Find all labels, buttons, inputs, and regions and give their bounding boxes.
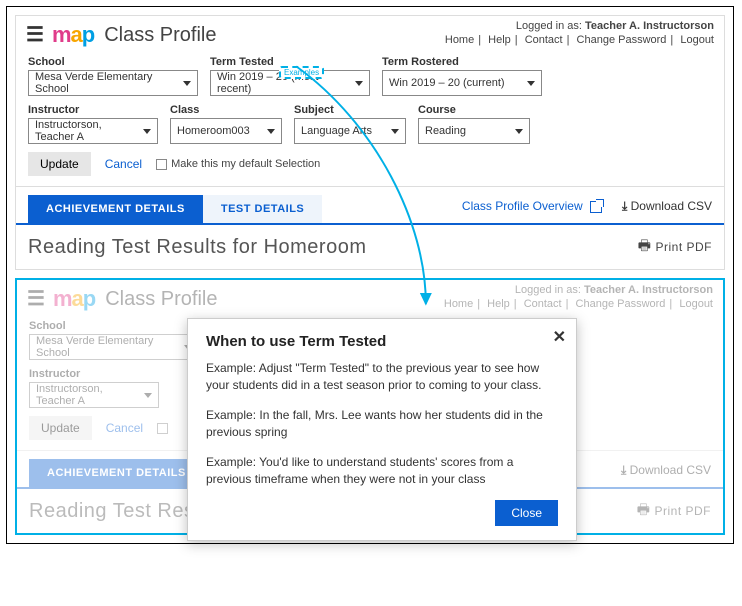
tabs-row: ACHIEVEMENT DETAILS TEST DETAILS Class P…: [16, 186, 724, 225]
actions-row: Update Cancel Make this my default Selec…: [16, 146, 724, 186]
filters-row-1: School Mesa Verde Elementary School Term…: [16, 50, 724, 98]
tab-achievement-details[interactable]: ACHIEVEMENT DETAILS: [28, 195, 203, 223]
modal-paragraph: Example: In the fall, Mrs. Lee wants how…: [206, 407, 558, 442]
modal-paragraph: Example: You'd like to understand studen…: [206, 454, 558, 489]
modal-title: When to use Term Tested: [206, 333, 558, 350]
chevron-down-icon: [527, 81, 535, 86]
header: ☰ map Class Profile Logged in as: Teache…: [17, 280, 723, 314]
user-name: Teacher A. Instructorson: [585, 20, 714, 32]
print-icon: [638, 235, 652, 259]
header: ☰ map Class Profile Logged in as: Teache…: [16, 16, 724, 50]
chevron-down-icon: [355, 81, 363, 86]
contact-link[interactable]: Contact: [524, 298, 562, 310]
close-icon[interactable]: ✕: [553, 327, 566, 347]
brand-logo: map: [53, 286, 95, 312]
subject-select[interactable]: Language Arts: [294, 118, 406, 144]
chevron-down-icon: [267, 129, 275, 134]
class-label: Class: [170, 104, 282, 116]
logout-link[interactable]: Logout: [679, 298, 713, 310]
school-label: School: [28, 56, 198, 68]
print-icon: [637, 499, 651, 523]
menu-icon[interactable]: ☰: [26, 25, 44, 45]
account-area: Logged in as: Teacher A. Instructorson H…: [444, 284, 713, 310]
school-select[interactable]: Mesa Verde Elementary School: [29, 334, 199, 360]
term-rostered-label: Term Rostered: [382, 56, 542, 68]
outer-container: ☰ map Class Profile Logged in as: Teache…: [6, 6, 734, 544]
help-link[interactable]: Help: [488, 34, 511, 46]
filters-row-2: Instructor Instructorson, Teacher A Clas…: [16, 98, 724, 146]
download-icon: ⤓: [622, 199, 627, 213]
close-button[interactable]: Close: [495, 500, 558, 526]
instructor-select[interactable]: Instructorson, Teacher A: [29, 382, 159, 408]
external-link-icon: [590, 201, 602, 213]
default-selection-checkbox[interactable]: Make this my default Selection: [156, 158, 320, 170]
top-panel: ☰ map Class Profile Logged in as: Teache…: [15, 15, 725, 270]
update-button[interactable]: Update: [28, 152, 91, 176]
course-select[interactable]: Reading: [418, 118, 530, 144]
print-pdf-link[interactable]: Print PDF: [638, 235, 712, 259]
examples-badge[interactable]: Examples: [279, 66, 324, 79]
logout-link[interactable]: Logout: [680, 34, 714, 46]
cancel-link[interactable]: Cancel: [105, 157, 142, 171]
class-profile-overview-link[interactable]: Class Profile Overview: [462, 199, 602, 213]
subject-field: Subject Language Arts: [294, 104, 406, 144]
home-link[interactable]: Home: [444, 298, 473, 310]
course-label: Course: [418, 104, 530, 116]
download-csv-link[interactable]: ⤓ Download CSV: [622, 199, 712, 214]
school-field: School Mesa Verde Elementary School: [28, 56, 198, 96]
class-select[interactable]: Homeroom003: [170, 118, 282, 144]
instructor-label: Instructor: [28, 104, 158, 116]
header-links: Home| Help| Contact| Change Password| Lo…: [445, 34, 714, 46]
term-rostered-field: Term Rostered Win 2019 – 20 (current): [382, 56, 542, 96]
class-field: Class Homeroom003: [170, 104, 282, 144]
tab-test-details[interactable]: TEST DETAILS: [203, 195, 322, 223]
modal-paragraph: Example: Adjust "Term Tested" to the pre…: [206, 360, 558, 395]
menu-icon[interactable]: ☰: [27, 289, 45, 309]
change-password-link[interactable]: Change Password: [576, 298, 666, 310]
update-button[interactable]: Update: [29, 416, 92, 440]
school-select[interactable]: Mesa Verde Elementary School: [28, 70, 198, 96]
chevron-down-icon: [515, 129, 523, 134]
help-link[interactable]: Help: [487, 298, 510, 310]
account-area: Logged in as: Teacher A. Instructorson H…: [445, 20, 714, 46]
home-link[interactable]: Home: [445, 34, 474, 46]
change-password-link[interactable]: Change Password: [577, 34, 667, 46]
default-selection-checkbox[interactable]: [157, 423, 168, 434]
chevron-down-icon: [143, 129, 151, 134]
download-csv-link[interactable]: ⤓ Download CSV: [621, 463, 711, 478]
print-pdf-link[interactable]: Print PDF: [637, 499, 711, 523]
tab-achievement-details[interactable]: ACHIEVEMENT DETAILS: [29, 459, 204, 487]
page-title: Class Profile: [104, 24, 216, 47]
course-field: Course Reading: [418, 104, 530, 144]
page-title: Class Profile: [105, 288, 217, 311]
instructor-field: Instructor Instructorson, Teacher A: [28, 104, 158, 144]
results-title: Reading Test Results for Homeroom: [28, 236, 367, 259]
cancel-link[interactable]: Cancel: [106, 421, 143, 435]
instructor-select[interactable]: Instructorson, Teacher A: [28, 118, 158, 144]
chevron-down-icon: [391, 129, 399, 134]
term-tested-help-modal: ✕ When to use Term Tested Example: Adjus…: [187, 318, 577, 541]
checkbox-icon: [156, 159, 167, 170]
logged-in-text: Logged in as: Teacher A. Instructorson: [445, 20, 714, 32]
chevron-down-icon: [144, 393, 152, 398]
bottom-panel: ☰ map Class Profile Logged in as: Teache…: [15, 278, 725, 535]
term-rostered-select[interactable]: Win 2019 – 20 (current): [382, 70, 542, 96]
brand-logo: map: [52, 22, 94, 48]
checkbox-icon: [157, 423, 168, 434]
chevron-down-icon: [183, 81, 191, 86]
subject-label: Subject: [294, 104, 406, 116]
download-icon: ⤓: [621, 463, 626, 477]
results-title-row: Reading Test Results for Homeroom Print …: [16, 225, 724, 269]
contact-link[interactable]: Contact: [525, 34, 563, 46]
